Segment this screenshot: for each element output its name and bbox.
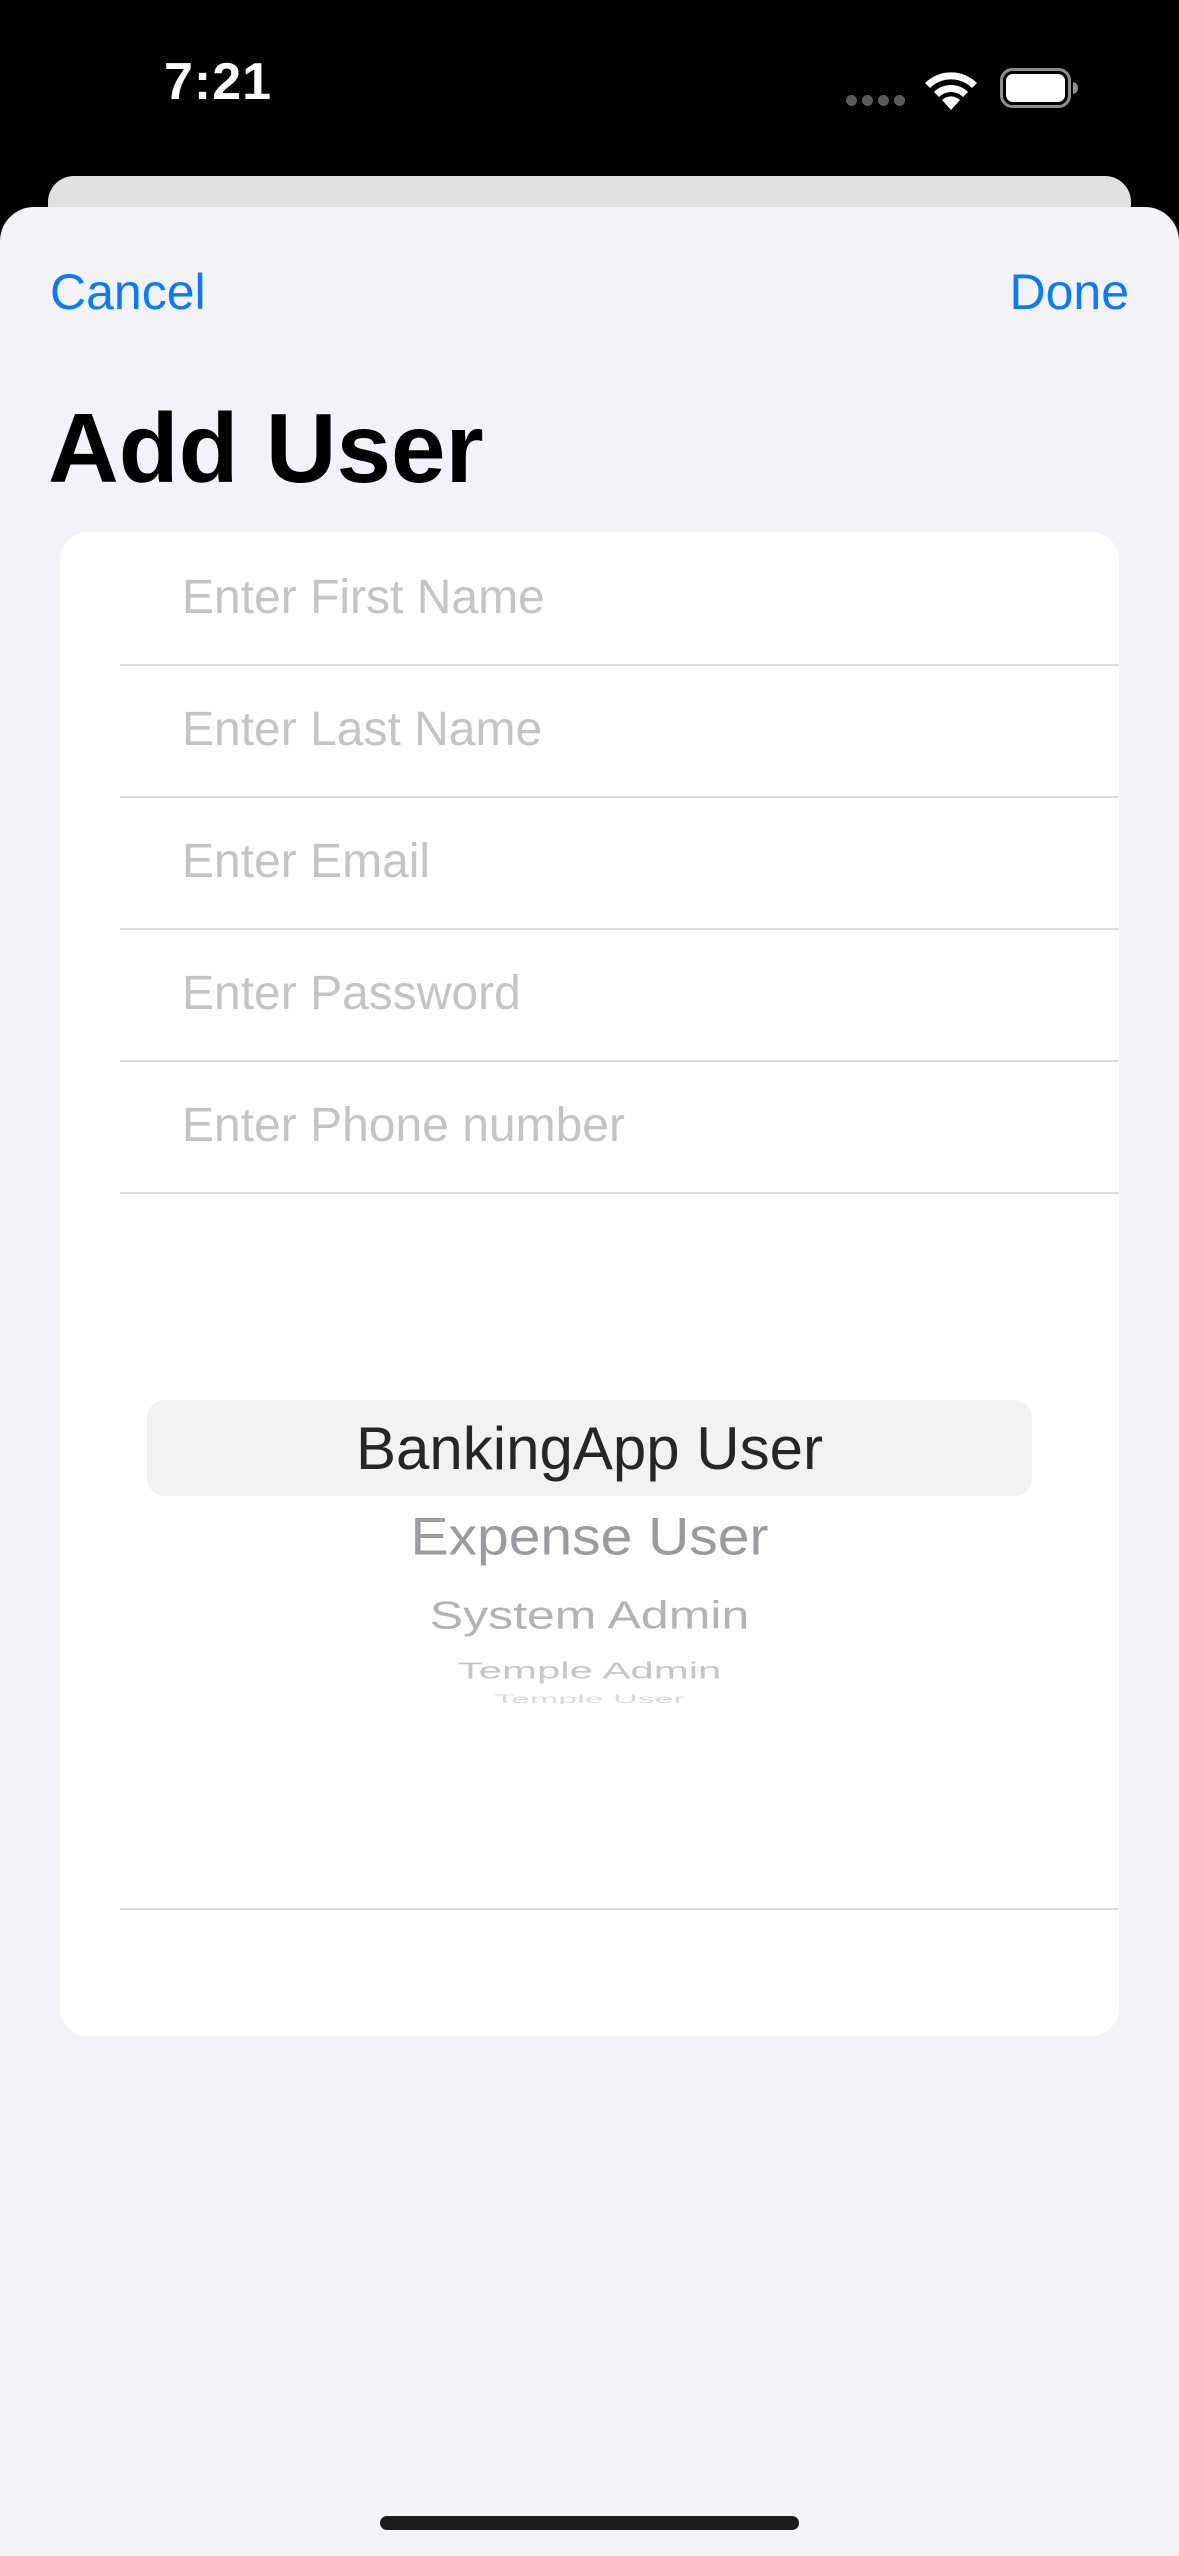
status-bar: 7:21 (0, 0, 1179, 180)
email-row (120, 796, 1119, 930)
picker-fade (147, 1704, 1032, 1744)
home-indicator[interactable] (380, 2516, 799, 2530)
battery-icon (1000, 68, 1078, 108)
password-field[interactable] (182, 928, 1082, 1058)
last-name-row (120, 664, 1119, 798)
picker-option[interactable]: Temple Admin (147, 1658, 1032, 1683)
page-title: Add User (48, 393, 484, 503)
cancel-button[interactable]: Cancel (50, 258, 206, 326)
picker-option[interactable]: BankingApp User (147, 1414, 1032, 1484)
password-row (120, 928, 1119, 1062)
picker-option[interactable]: Expense User (147, 1507, 1032, 1568)
last-name-field[interactable] (182, 664, 1082, 794)
status-time: 7:21 (164, 53, 273, 111)
done-button[interactable]: Done (1009, 258, 1129, 326)
email-field[interactable] (182, 796, 1082, 926)
first-name-row (120, 532, 1119, 666)
role-picker[interactable]: BankingApp User Expense User System Admi… (147, 1400, 1032, 1705)
wifi-icon (925, 72, 977, 110)
cellular-signal-icon (846, 95, 906, 107)
phone-number-field[interactable] (182, 1060, 1082, 1190)
user-form-card: BankingApp User Expense User System Admi… (60, 532, 1119, 2036)
phone-row (120, 1060, 1119, 1194)
first-name-field[interactable] (182, 532, 1082, 662)
picker-option[interactable]: System Admin (147, 1592, 1032, 1637)
